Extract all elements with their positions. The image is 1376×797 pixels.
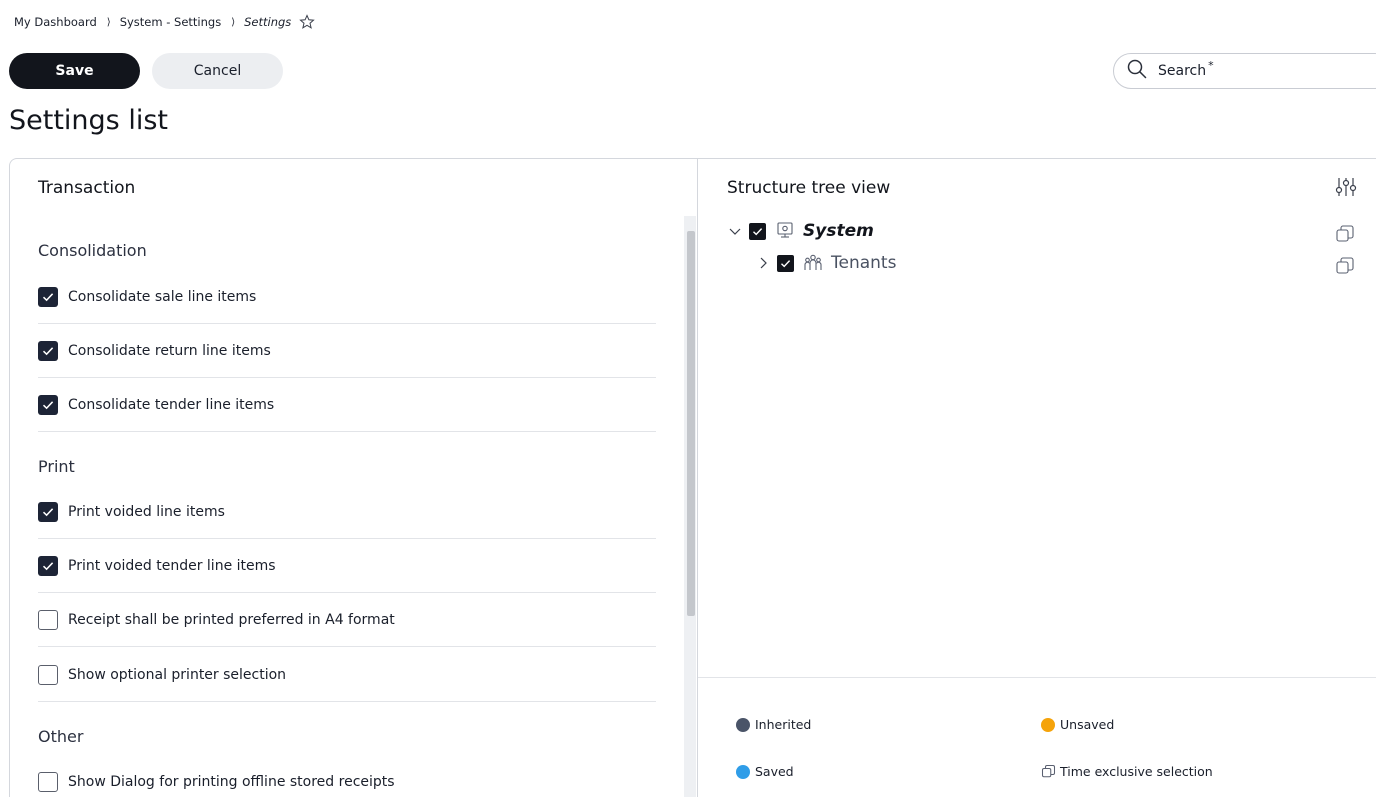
saved-dot-icon — [736, 764, 750, 779]
group-title-other: Other — [38, 727, 84, 746]
search-label: Search — [1158, 63, 1207, 79]
status-legend: Inherited Unsaved Saved Time exclusive s… — [698, 677, 1376, 797]
setting-label: Receipt shall be printed preferred in A4… — [68, 611, 395, 628]
search-input[interactable]: Search * — [1113, 53, 1376, 89]
checkbox-checked[interactable] — [38, 394, 58, 415]
legend-time-exclusive: Time exclusive selection — [1041, 764, 1213, 779]
copy-icon[interactable] — [1335, 224, 1355, 244]
cancel-button[interactable]: Cancel — [152, 53, 283, 89]
structure-tree-panel: Structure tree view System Tenants Inher… — [698, 159, 1376, 797]
scrollbar-thumb[interactable] — [687, 231, 695, 616]
tree-checkbox-checked[interactable] — [777, 254, 794, 272]
setting-label: Print voided line items — [68, 503, 225, 520]
setting-offline-receipts-dialog[interactable]: Show Dialog for printing offline stored … — [38, 755, 656, 797]
checkbox-unchecked[interactable] — [38, 609, 58, 630]
unsaved-dot-icon — [1041, 717, 1055, 732]
chevron-right-icon[interactable] — [755, 255, 771, 271]
setting-consolidate-tender[interactable]: Consolidate tender line items — [38, 378, 656, 432]
copy-icon[interactable] — [1335, 256, 1355, 276]
setting-printer-selection[interactable]: Show optional printer selection — [38, 648, 656, 702]
chevron-down-icon[interactable] — [727, 223, 743, 239]
tree-node-label: Tenants — [831, 253, 897, 273]
setting-receipt-a4[interactable]: Receipt shall be printed preferred in A4… — [38, 593, 656, 647]
setting-consolidate-sale[interactable]: Consolidate sale line items — [38, 270, 656, 324]
setting-label: Consolidate tender line items — [68, 396, 275, 413]
system-icon — [775, 221, 795, 241]
setting-label: Show Dialog for printing offline stored … — [68, 774, 395, 790]
tree-node-system[interactable]: System — [727, 219, 874, 243]
search-icon — [1126, 58, 1148, 84]
tree-checkbox-checked[interactable] — [749, 222, 766, 240]
setting-label: Show optional printer selection — [68, 666, 287, 683]
group-title-print: Print — [38, 457, 75, 476]
page-title: Settings list — [9, 105, 168, 136]
checkbox-checked[interactable] — [38, 286, 58, 307]
section-heading-transaction: Transaction — [38, 178, 136, 198]
favorite-star-icon[interactable] — [299, 14, 316, 30]
tree-node-tenants[interactable]: Tenants — [755, 251, 896, 275]
setting-label: Consolidate return line items — [68, 342, 271, 359]
breadcrumb-item-dashboard[interactable]: My Dashboard — [14, 15, 97, 29]
setting-label: Print voided tender line items — [68, 557, 276, 574]
legend-saved: Saved — [736, 764, 794, 779]
legend-label: Inherited — [755, 717, 812, 732]
breadcrumb-separator: ⟩ — [231, 16, 236, 28]
checkbox-checked[interactable] — [38, 501, 58, 522]
breadcrumb-item-system-settings[interactable]: System - Settings — [120, 15, 222, 29]
breadcrumb-separator: ⟩ — [106, 16, 111, 28]
group-title-consolidation: Consolidation — [38, 241, 147, 260]
filter-settings-icon[interactable] — [1335, 176, 1357, 198]
tree-title: Structure tree view — [727, 178, 891, 198]
legend-inherited: Inherited — [736, 717, 811, 732]
setting-consolidate-return[interactable]: Consolidate return line items — [38, 324, 656, 378]
setting-print-voided-lines[interactable]: Print voided line items — [38, 485, 656, 539]
legend-label: Time exclusive selection — [1060, 764, 1213, 779]
inherited-dot-icon — [736, 717, 750, 732]
tree-node-label: System — [803, 221, 874, 241]
settings-panel: Transaction Consolidation Consolidate sa… — [9, 158, 1376, 797]
copy-icon — [1041, 764, 1056, 779]
setting-print-voided-tender[interactable]: Print voided tender line items — [38, 539, 656, 593]
checkbox-checked[interactable] — [38, 555, 58, 576]
checkbox-checked[interactable] — [38, 340, 58, 361]
breadcrumb: My Dashboard ⟩ System - Settings ⟩ Setti… — [14, 12, 316, 32]
checkbox-unchecked[interactable] — [38, 772, 58, 792]
legend-label: Saved — [755, 764, 794, 779]
legend-unsaved: Unsaved — [1041, 717, 1114, 732]
tenants-icon — [803, 253, 823, 273]
save-button[interactable]: Save — [9, 53, 140, 89]
breadcrumb-current: Settings — [244, 15, 292, 29]
setting-label: Consolidate sale line items — [68, 288, 257, 305]
settings-list-panel: Transaction Consolidation Consolidate sa… — [10, 159, 698, 797]
checkbox-unchecked[interactable] — [38, 664, 58, 685]
legend-label: Unsaved — [1060, 717, 1115, 732]
search-required-mark: * — [1208, 58, 1214, 72]
